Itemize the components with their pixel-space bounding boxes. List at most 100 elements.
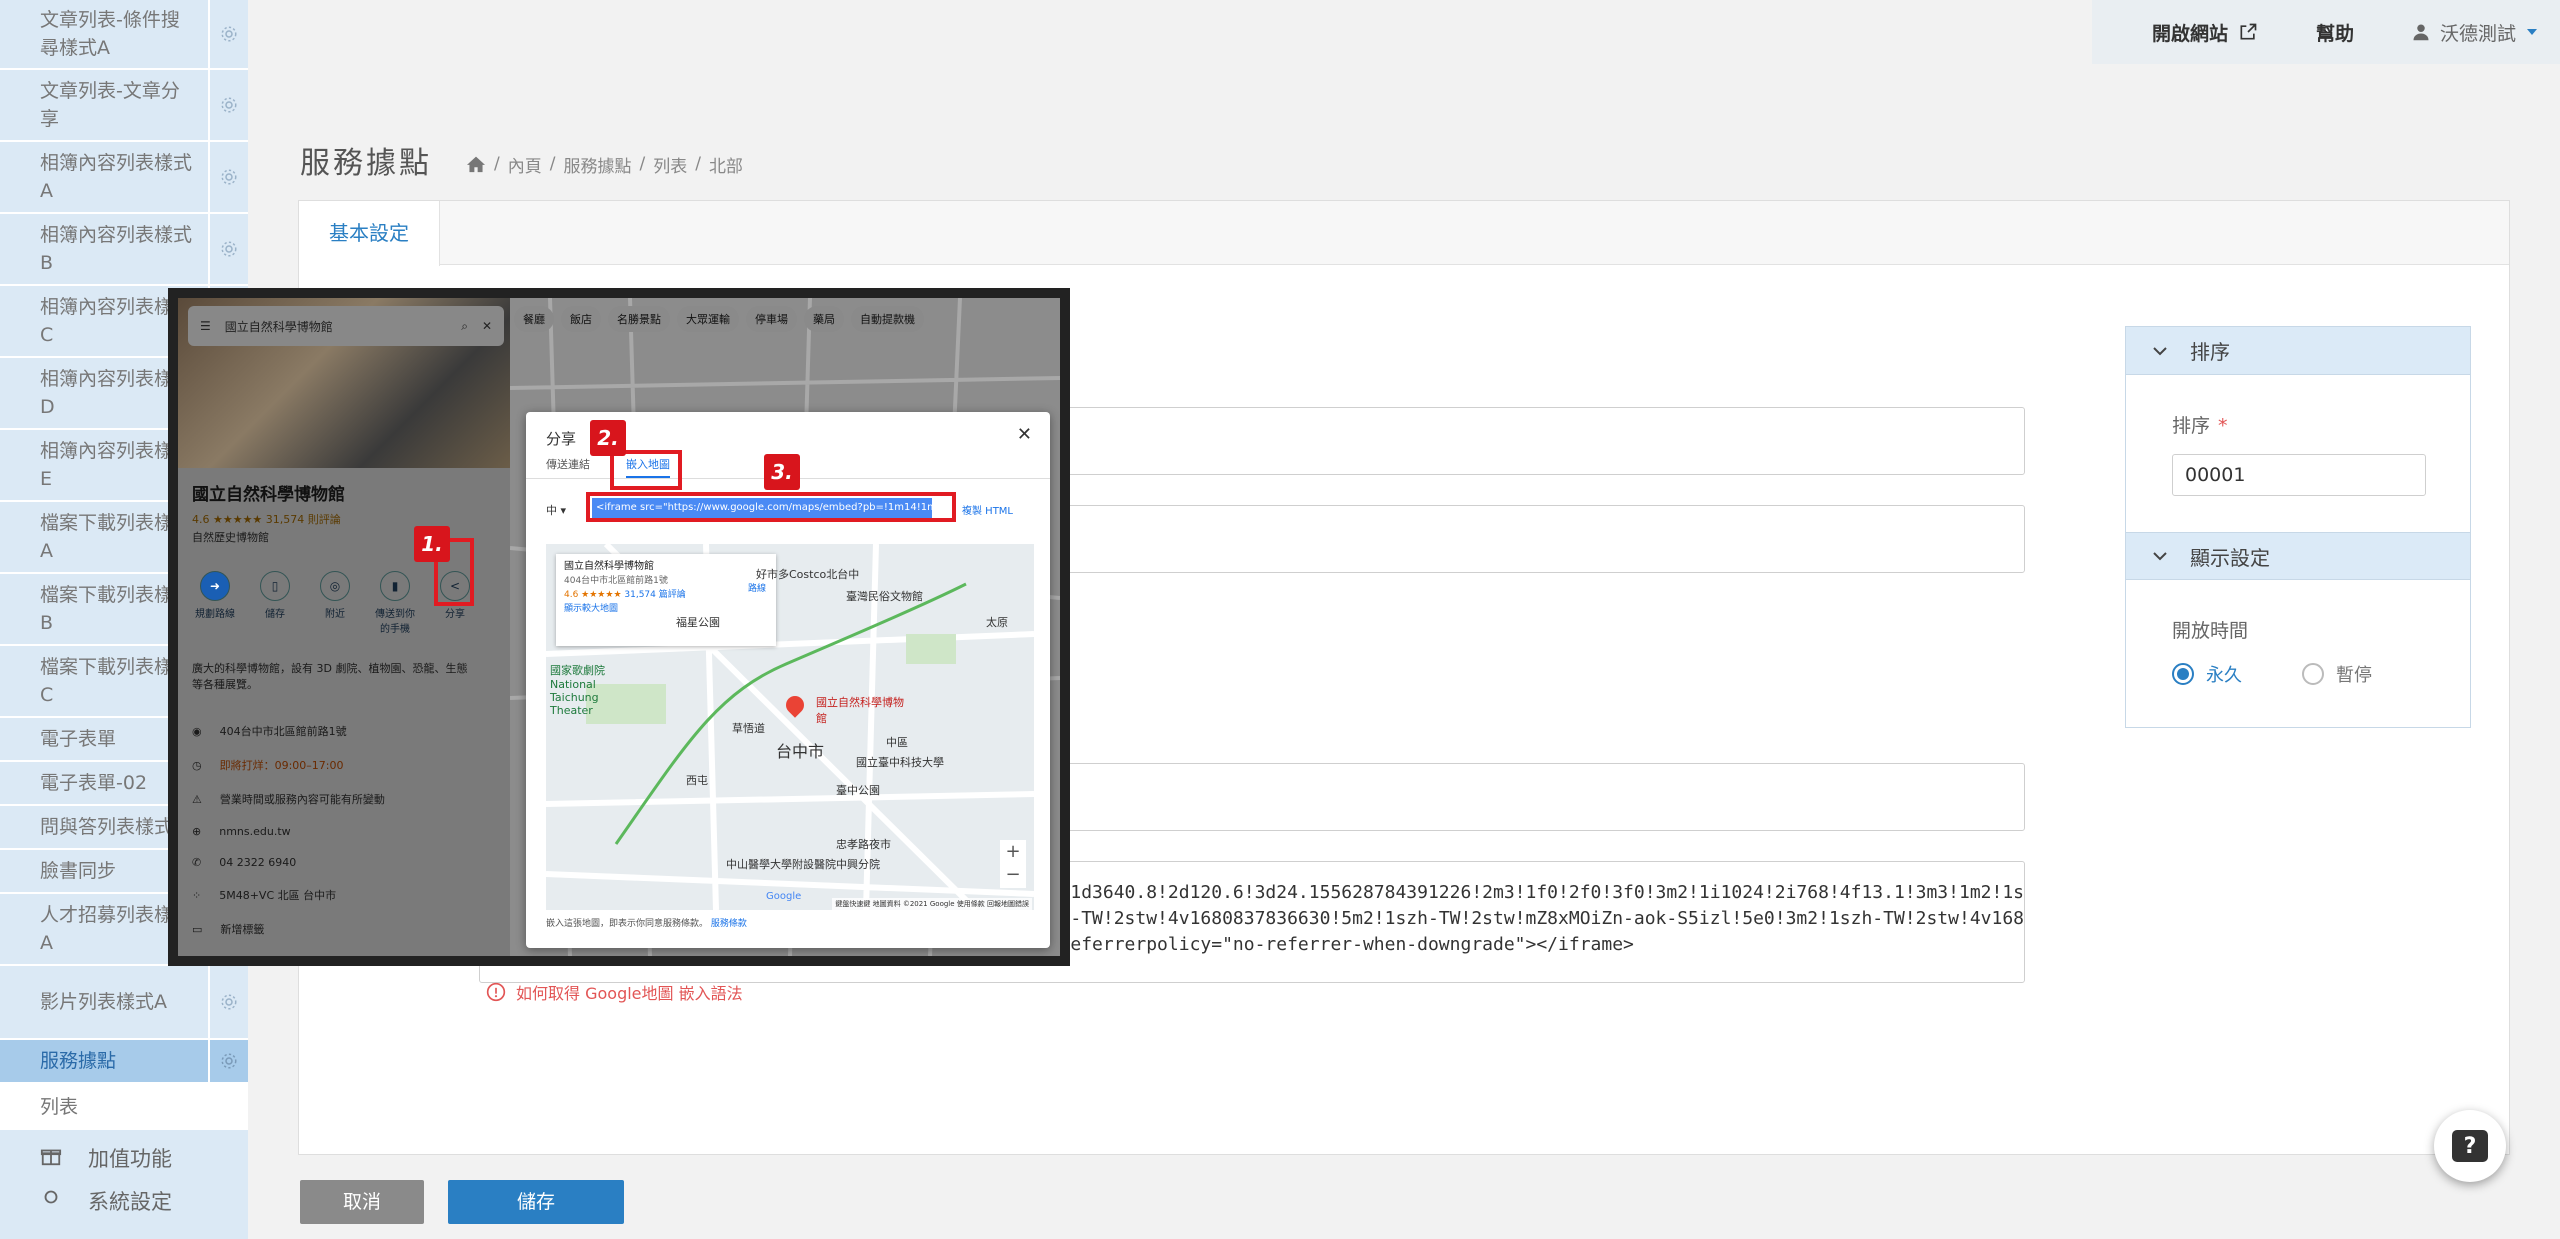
phone-icon: ✆ — [192, 856, 202, 869]
category-chip[interactable]: 大眾運輸 — [677, 306, 739, 332]
display-panel-header[interactable]: 顯示設定 — [2126, 532, 2470, 580]
gear-icon — [40, 1186, 62, 1213]
category-chip[interactable]: 停車場 — [746, 306, 797, 332]
globe-icon: ⊕ — [192, 825, 202, 838]
sidebar-item-label: 電子表單 — [40, 728, 117, 750]
tab-bar: 基本設定 — [299, 201, 2509, 266]
sidebar-item-label: 文章列表-條件搜尋樣式A — [40, 9, 180, 59]
plus-code-icon: ⁘ — [192, 888, 202, 902]
clock-icon: ◷ — [192, 758, 202, 772]
topbar-actions: 開啟網站 幫助 沃德測試 — [2091, 0, 2560, 64]
category-chip[interactable]: 藥局 — [804, 306, 844, 332]
copy-html-button[interactable]: 複製 HTML — [962, 502, 1013, 517]
required-mark: * — [2218, 415, 2228, 437]
size-select[interactable]: 中 ▾ — [546, 502, 566, 518]
sidebar-item-system[interactable]: 系統設定 — [0, 1186, 248, 1216]
user-menu[interactable]: 沃德測試 — [2412, 19, 2538, 46]
map-label: 太原 — [986, 616, 1008, 629]
chevron-down-icon — [2153, 552, 2167, 561]
map-label: 臺中公園 — [836, 784, 880, 797]
close-icon[interactable]: ✕ — [482, 319, 492, 333]
external-link-icon — [2240, 23, 2257, 40]
gear-icon[interactable] — [208, 966, 248, 1038]
sidebar-item[interactable]: 相簿內容列表樣式B — [0, 214, 248, 286]
gear-icon[interactable] — [208, 214, 248, 284]
save-button[interactable]: 儲存 — [448, 1180, 624, 1224]
category-chip[interactable]: 餐廳 — [514, 306, 554, 332]
annotation-box-embed-code — [586, 492, 956, 522]
annotation-badge: 3. — [764, 454, 800, 490]
sidebar-item[interactable]: 文章列表-條件搜尋樣式A — [0, 0, 248, 70]
caret-down-icon — [2527, 29, 2537, 35]
location-pin-icon: ◉ — [192, 724, 202, 738]
radio-permanent[interactable]: 永久 — [2172, 661, 2242, 687]
category-chips: 餐廳 飯店 名勝景點 大眾運輸 停車場 藥局 自動提款機 — [514, 306, 924, 332]
map-label: 國立臺中科技大學 — [856, 756, 944, 769]
page-title: 服務據點 — [300, 146, 432, 181]
info-circle-icon — [486, 982, 506, 1002]
tab-send-link[interactable]: 傳送連結 — [546, 456, 590, 472]
cancel-button[interactable]: 取消 — [300, 1180, 424, 1224]
sort-panel-header[interactable]: 排序 — [2126, 327, 2470, 375]
route-link[interactable]: 路線 — [748, 582, 766, 596]
sort-input[interactable]: 00001 — [2172, 454, 2426, 496]
place-name: 國立自然科學博物館 — [192, 485, 345, 505]
sidebar-item-service-locations[interactable]: 服務據點 — [0, 1040, 248, 1084]
search-icon[interactable]: ⌕ — [461, 319, 468, 334]
sidebar-item[interactable]: 文章列表-文章分享 — [0, 70, 248, 142]
category-chip[interactable]: 自動提款機 — [851, 306, 924, 332]
terms-note: 嵌入這張地圖，即表示你同意服務條款。 服務條款 — [546, 919, 747, 929]
radio-paused[interactable]: 暫停 — [2302, 661, 2372, 687]
zoom-in-button[interactable]: + — [1000, 840, 1026, 864]
breadcrumb-item[interactable]: 服務據點 — [563, 152, 631, 177]
help-floating-button[interactable]: ? — [2434, 1110, 2506, 1182]
sidebar-item-label: 系統設定 — [88, 1190, 172, 1214]
warning-icon: ⚠ — [192, 792, 202, 806]
nearby-button[interactable]: ◎ 附近 — [312, 571, 358, 635]
category-chip[interactable]: 名勝景點 — [608, 306, 670, 332]
sidebar-item[interactable]: 影片列表樣式A — [0, 966, 248, 1040]
annotation-badge: 1. — [414, 526, 450, 562]
larger-map-link[interactable]: 顯示較大地圖 — [564, 602, 768, 616]
embed-hint[interactable]: 如何取得 Google地圖 嵌入語法 — [486, 980, 743, 1004]
annotation-box-embed-tab — [610, 450, 682, 490]
breadcrumb-item[interactable]: 內頁 — [508, 152, 542, 177]
maps-search-box[interactable]: ☰ 國立自然科學博物館 ⌕ ✕ — [188, 306, 504, 346]
sidebar-subitem-list[interactable]: 列表 — [0, 1084, 248, 1130]
gear-icon[interactable] — [208, 70, 248, 140]
google-maps-screenshot: ☰ 國立自然科學博物館 ⌕ ✕ 國立自然科學博物館 4.6 ★★★★★ 31,5… — [178, 298, 1060, 956]
gear-icon[interactable] — [208, 1040, 248, 1082]
home-icon[interactable] — [466, 155, 486, 173]
category-chip[interactable]: 飯店 — [561, 306, 601, 332]
sidebar-item[interactable]: 相簿內容列表樣式A — [0, 142, 248, 214]
sidebar-item-addon[interactable]: 加值功能 — [0, 1130, 248, 1186]
sidebar-item-label: 文章列表-文章分享 — [40, 80, 180, 130]
breadcrumb-item[interactable]: 列表 — [653, 152, 687, 177]
open-time-label: 開放時間 — [2172, 620, 2249, 642]
menu-icon[interactable]: ☰ — [200, 319, 211, 333]
map-label: 草悟道 — [732, 722, 765, 735]
dialog-title: 分享 — [546, 430, 577, 448]
google-logo: Google — [766, 891, 802, 902]
save-place-button[interactable]: ▯ 儲存 — [252, 571, 298, 635]
zoom-out-button[interactable]: − — [1000, 864, 1026, 888]
tutorial-screenshot: ☰ 國立自然科學博物館 ⌕ ✕ 國立自然科學博物館 4.6 ★★★★★ 31,5… — [168, 288, 1070, 966]
close-icon[interactable]: ✕ — [1017, 424, 1032, 445]
directions-button[interactable]: ➜ 規劃路線 — [192, 571, 238, 635]
map-label: 國立自然科學博物館 — [816, 696, 904, 725]
gear-icon[interactable] — [208, 142, 248, 212]
map-label: 臺灣民俗文物館 — [846, 590, 923, 603]
map-label: 好市多Costco北台中 — [756, 568, 860, 581]
embed-map-preview: 國立自然科學博物館 404台中市北區館前路1號 4.6 ★★★★★ 31,574… — [546, 544, 1034, 910]
send-to-phone-button[interactable]: ▮ 傳送到你的手機 — [372, 571, 418, 635]
place-panel: ☰ 國立自然科學博物館 ⌕ ✕ 國立自然科學博物館 4.6 ★★★★★ 31,5… — [178, 298, 510, 956]
open-site-link[interactable]: 開啟網站 — [2152, 19, 2258, 46]
sidebar-item-label: 相簿內容列表樣式A — [40, 152, 193, 202]
topbar: 開啟網站 幫助 沃德測試 — [248, 0, 2560, 64]
tab-basic-settings[interactable]: 基本設定 — [299, 201, 440, 266]
terms-link[interactable]: 服務條款 — [711, 919, 747, 929]
gear-icon[interactable] — [208, 0, 248, 68]
help-link[interactable]: 幫助 — [2316, 19, 2354, 46]
place-card: 國立自然科學博物館 404台中市北區館前路1號 4.6 ★★★★★ 31,574… — [556, 554, 776, 646]
map-label: 國家歌劇院 National Taichung Theater — [550, 664, 605, 717]
